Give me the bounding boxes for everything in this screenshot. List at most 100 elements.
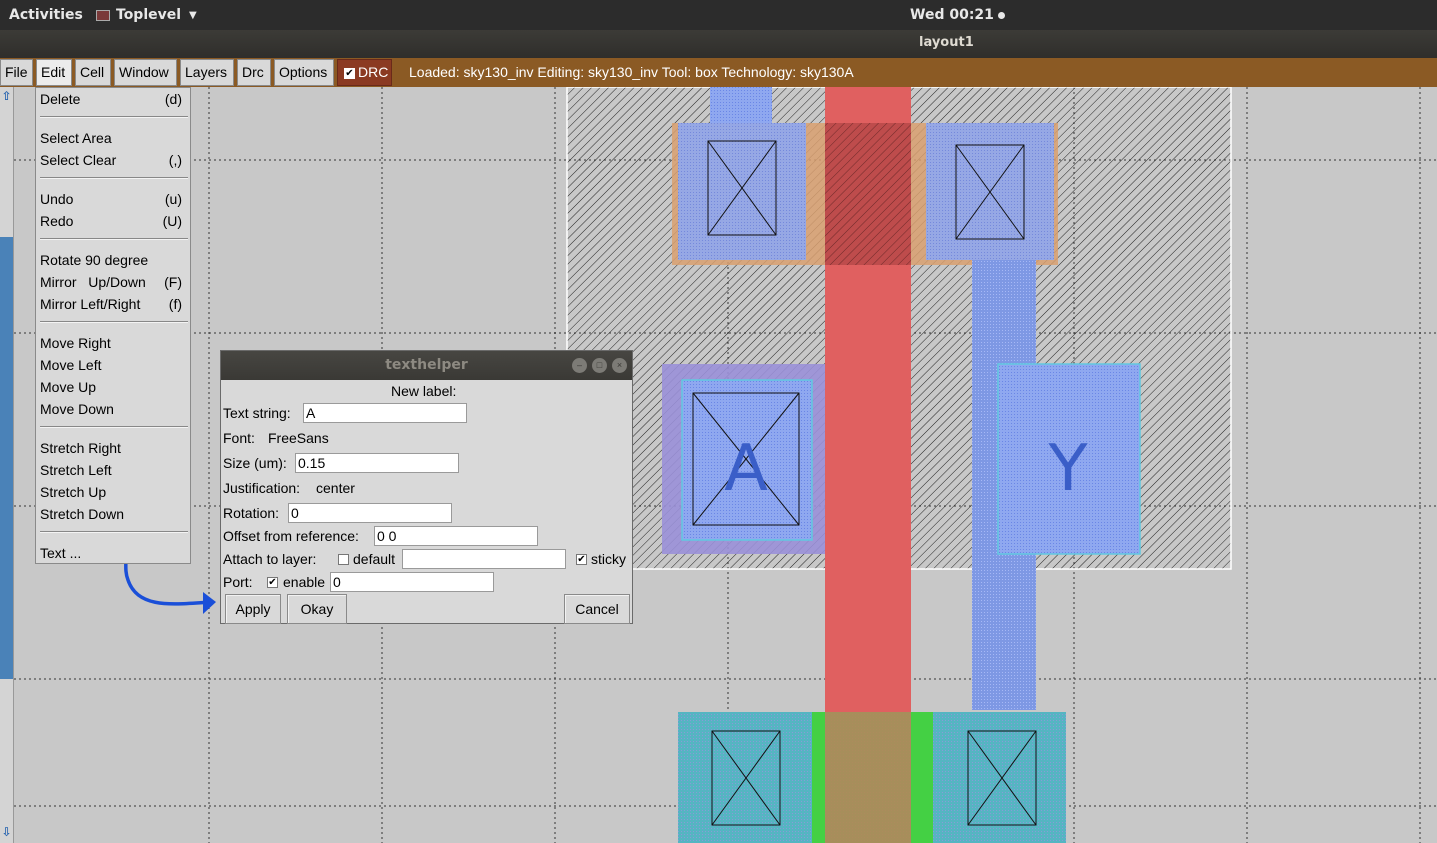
status-text: Loaded: sky130_inv Editing: sky130_inv T… (409, 64, 854, 80)
rotation-label: Rotation: (223, 505, 280, 521)
menu-item-redo[interactable]: Redo (U) (40, 211, 186, 231)
diffusion-green (812, 712, 825, 843)
vertical-scrollbar[interactable]: ⇧ ⇩ (0, 87, 14, 843)
texthelper-dialog: texthelper – □ × New label: Text string:… (220, 350, 633, 624)
menu-item-move-left[interactable]: Move Left (40, 355, 186, 375)
menu-item-label: Move Right (40, 335, 111, 351)
menu-item-move-up[interactable]: Move Up (40, 377, 186, 397)
menu-item-label: Redo (40, 213, 74, 229)
dialog-titlebar[interactable]: texthelper (221, 351, 632, 380)
attach-layer-field[interactable] (402, 549, 566, 569)
menu-item-undo[interactable]: Undo (u) (40, 189, 186, 209)
menu-separator (40, 238, 188, 240)
okay-button[interactable]: Okay (287, 594, 347, 624)
menu-options[interactable]: Options (274, 59, 334, 86)
metal-stub (710, 87, 772, 127)
port-index-field[interactable]: 0 (330, 572, 494, 592)
poly-over-ndiff (825, 712, 911, 843)
menu-drc[interactable]: Drc (237, 59, 271, 86)
arrow-up-icon[interactable]: ⇧ (0, 89, 13, 103)
menu-item-stretch-up[interactable]: Stretch Up (40, 482, 186, 502)
menu-item-rotate[interactable]: Rotate 90 degree (40, 250, 186, 270)
drc-toggle[interactable]: ✔ DRC (337, 59, 392, 86)
arrow-down-icon[interactable]: ⇩ (0, 825, 13, 839)
menu-item-label: Undo (40, 191, 74, 207)
font-label: Font: (223, 430, 255, 446)
menu-item-move-down[interactable]: Move Down (40, 399, 186, 419)
close-icon[interactable]: × (612, 358, 627, 373)
menu-separator (40, 426, 188, 428)
label-a: A (724, 432, 768, 506)
menu-item-label: Rotate 90 degree (40, 252, 149, 268)
menu-separator (40, 531, 188, 533)
scrollbar-thumb[interactable] (0, 237, 13, 679)
menu-window[interactable]: Window (114, 59, 177, 86)
attach-label: Attach to layer: (223, 551, 317, 567)
clock-text: Wed 00:21 (910, 7, 994, 23)
menu-separator (40, 177, 188, 179)
menu-item-stretch-down[interactable]: Stretch Down (40, 504, 186, 524)
size-field[interactable]: 0.15 (295, 453, 459, 473)
menu-item-label: Delete (40, 91, 81, 107)
menu-item-accel: (U) (162, 213, 182, 229)
window-titlebar: layout1 (0, 30, 1437, 58)
app-name: Toplevel (116, 7, 182, 23)
menu-item-label: Mirror Up/Down (40, 274, 146, 290)
menu-item-label: Stretch Up (40, 484, 107, 500)
size-label: Size (um): (223, 455, 287, 471)
notification-dot-icon (997, 11, 1005, 19)
offset-field[interactable]: 0 0 (374, 526, 538, 546)
apply-button[interactable]: Apply (225, 594, 281, 624)
menu-file[interactable]: File (0, 59, 33, 86)
app-menu[interactable]: Toplevel ▼ (96, 7, 197, 23)
menu-item-move-right[interactable]: Move Right (40, 333, 186, 353)
checkbox-checked-icon: ✔ (344, 67, 355, 79)
offset-label: Offset from reference: (223, 528, 359, 544)
menu-item-label: Mirror Left/Right (40, 296, 141, 312)
clock[interactable]: Wed 00:21 (910, 7, 1005, 23)
menu-bar: File Edit Cell Window Layers Drc Options… (0, 58, 1437, 87)
menu-item-text[interactable]: Text ... (40, 543, 186, 563)
port-enable-checkbox[interactable]: ✔ (267, 577, 278, 588)
menu-edit[interactable]: Edit (36, 59, 72, 86)
font-value: FreeSans (268, 430, 329, 446)
rotation-field[interactable]: 0 (288, 503, 452, 523)
menu-item-mirror-updown[interactable]: Mirror Up/Down (F) (40, 272, 186, 292)
menu-separator (40, 321, 188, 323)
label-y: Y (1047, 432, 1088, 506)
menu-item-label: Move Left (40, 357, 102, 373)
attach-default-label: default (353, 551, 396, 567)
maximize-icon[interactable]: □ (592, 358, 607, 373)
menu-layers[interactable]: Layers (180, 59, 234, 86)
cancel-button[interactable]: Cancel (564, 594, 630, 624)
activities-button[interactable]: Activities (9, 7, 83, 23)
menu-item-delete[interactable]: Delete (d) (40, 89, 186, 109)
arrow-head-icon (203, 592, 216, 614)
menu-item-label: Stretch Down (40, 506, 125, 522)
menu-item-label: Move Down (40, 401, 114, 417)
text-string-field[interactable]: A (303, 403, 467, 423)
dialog-heading: New label: (391, 383, 457, 399)
poly-over-diff (825, 123, 911, 265)
app-icon (96, 9, 110, 21)
sticky-label: sticky (591, 551, 626, 567)
menu-item-stretch-right[interactable]: Stretch Right (40, 438, 186, 458)
justification-value[interactable]: center (316, 480, 355, 496)
port-label: Port: (223, 574, 253, 590)
justification-label: Justification: (223, 480, 301, 496)
menu-item-accel: (,) (168, 152, 182, 168)
menu-item-select-area[interactable]: Select Area (40, 128, 186, 148)
metal-pad (678, 123, 806, 260)
minimize-icon[interactable]: – (572, 358, 587, 373)
menu-item-label: Stretch Right (40, 440, 121, 456)
attach-default-checkbox[interactable] (338, 554, 349, 565)
menu-item-select-clear[interactable]: Select Clear (,) (40, 150, 186, 170)
menu-cell[interactable]: Cell (75, 59, 111, 86)
menu-item-accel: (d) (164, 91, 182, 107)
menu-item-mirror-leftright[interactable]: Mirror Left/Right (f) (40, 294, 186, 314)
menu-item-accel: (u) (164, 191, 182, 207)
sticky-checkbox[interactable]: ✔ (576, 554, 587, 565)
menu-item-stretch-left[interactable]: Stretch Left (40, 460, 186, 480)
menu-item-label: Stretch Left (40, 462, 112, 478)
menu-item-label: Select Area (40, 130, 112, 146)
